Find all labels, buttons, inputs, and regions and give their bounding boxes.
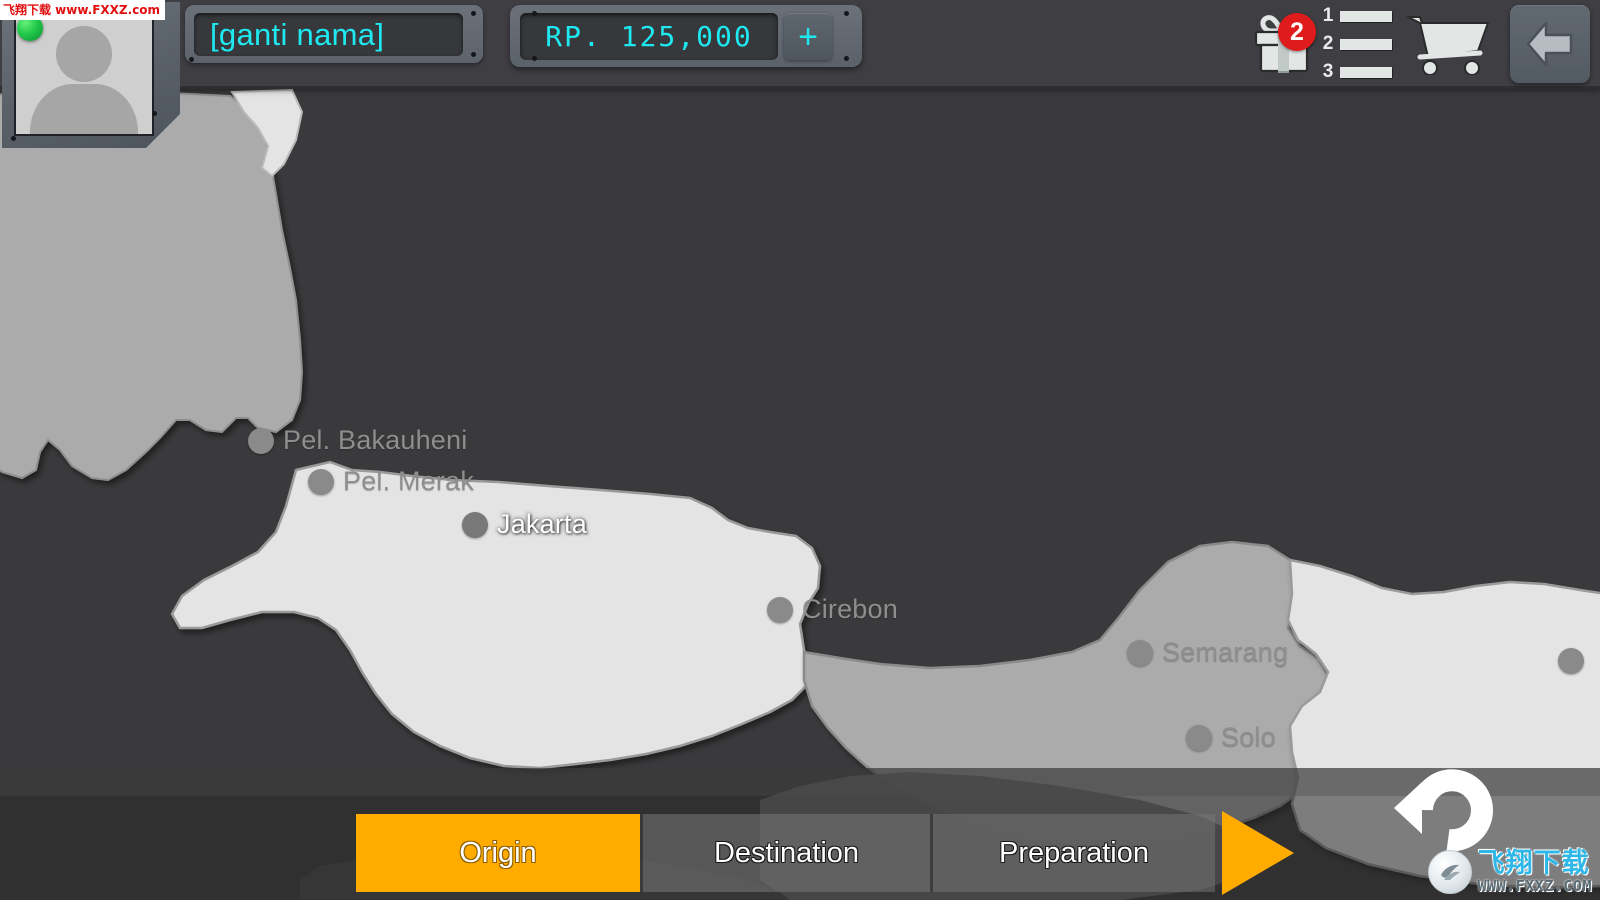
money-panel: RP. 125,000 + <box>510 5 862 67</box>
gift-button[interactable]: 2 <box>1246 9 1322 79</box>
back-button[interactable] <box>1510 5 1590 83</box>
city-marker-jakarta[interactable]: Jakarta <box>462 509 587 540</box>
city-marker-semarang[interactable]: Semarang <box>1127 637 1288 668</box>
city-dot-icon <box>1558 648 1584 674</box>
city-dot-icon <box>308 468 334 495</box>
leaderboard-bar-icon <box>1340 66 1392 78</box>
mode-tab-bar: Origin Destination Preparation <box>356 814 1215 892</box>
city-label: Solo <box>1221 722 1276 752</box>
leaderboard-row: 3 <box>1322 61 1400 83</box>
leaderboard-rank-number: 2 <box>1322 33 1334 54</box>
city-label: Pel. Bakauheni <box>283 425 468 455</box>
play-forward-button[interactable] <box>1222 811 1294 895</box>
tab-preparation-label: Preparation <box>999 836 1149 869</box>
map-region-west-java[interactable] <box>170 460 822 770</box>
city-dot-icon <box>462 511 488 538</box>
screw-icon <box>844 11 849 16</box>
leaderboard-rank-number: 1 <box>1322 5 1334 26</box>
money-value: RP. 125,000 <box>545 20 753 53</box>
screw-icon <box>532 56 537 61</box>
user-avatar-body-icon <box>30 84 138 134</box>
city-label: Cirebon <box>802 594 898 624</box>
screw-icon <box>11 136 16 141</box>
user-avatar-icon <box>56 26 112 82</box>
add-money-label: + <box>798 17 818 56</box>
reset-button[interactable] <box>1386 748 1510 872</box>
leaderboard-rank-number: 3 <box>1322 61 1334 82</box>
add-money-button[interactable]: + <box>784 13 832 60</box>
money-display: RP. 125,000 <box>520 13 778 60</box>
screw-icon <box>189 57 194 62</box>
player-name-input[interactable]: [ganti nama] <box>194 13 463 56</box>
city-dot-icon <box>248 427 274 454</box>
online-status-dot-icon <box>17 15 43 41</box>
leaderboard-button[interactable]: 1 2 3 <box>1322 5 1400 82</box>
screw-icon <box>152 111 157 116</box>
screw-icon <box>471 11 476 16</box>
city-label: Jakarta <box>497 509 587 539</box>
tab-strip-upper-band <box>0 768 1600 796</box>
city-marker-pel-bakauheni[interactable]: Pel. Bakauheni <box>248 425 467 456</box>
shopping-cart-icon <box>1407 16 1489 75</box>
city-label: Semarang <box>1162 637 1289 667</box>
leaderboard-row: 1 <box>1322 5 1400 27</box>
leaderboard-bar-icon <box>1340 38 1392 50</box>
tab-origin-label: Origin <box>459 836 537 869</box>
leaderboard-row: 2 <box>1322 33 1400 55</box>
tab-origin[interactable]: Origin <box>356 814 640 892</box>
leaderboard-bar-icon <box>1340 10 1392 22</box>
city-marker-solo[interactable]: Solo <box>1186 722 1276 753</box>
gift-badge-count: 2 <box>1290 17 1304 46</box>
header-icon-cluster: 2 1 2 3 <box>1246 0 1600 88</box>
tab-destination[interactable]: Destination <box>640 814 930 892</box>
city-label: Pel. Merak <box>343 466 475 496</box>
screw-icon <box>844 56 849 61</box>
reset-rotate-icon <box>1394 769 1493 852</box>
city-marker-cirebon[interactable]: Cirebon <box>767 594 898 625</box>
city-dot-icon <box>767 596 793 623</box>
screw-icon <box>471 52 476 57</box>
player-avatar-panel[interactable] <box>2 2 180 148</box>
map-region-sumatra[interactable] <box>0 90 304 482</box>
city-dot-icon <box>1127 639 1153 666</box>
game-screen: Pel. Bakauheni Pel. Merak Jakarta Cirebo… <box>0 0 1600 900</box>
player-name-plate[interactable]: [ganti nama] <box>185 5 483 63</box>
city-marker-edge[interactable] <box>1558 648 1584 674</box>
screw-icon <box>532 11 537 16</box>
shop-cart-button[interactable] <box>1400 9 1496 79</box>
indonesia-map-svg <box>0 88 1600 900</box>
player-name-value: [ganti nama] <box>210 16 385 52</box>
map-canvas[interactable]: Pel. Bakauheni Pel. Merak Jakarta Cirebo… <box>0 0 1600 900</box>
gift-notification-badge: 2 <box>1278 13 1316 51</box>
tab-preparation[interactable]: Preparation <box>930 814 1215 892</box>
city-marker-pel-merak[interactable]: Pel. Merak <box>308 466 474 497</box>
city-dot-icon <box>1186 724 1212 751</box>
back-arrow-icon <box>1526 21 1573 67</box>
tab-destination-label: Destination <box>713 836 860 869</box>
